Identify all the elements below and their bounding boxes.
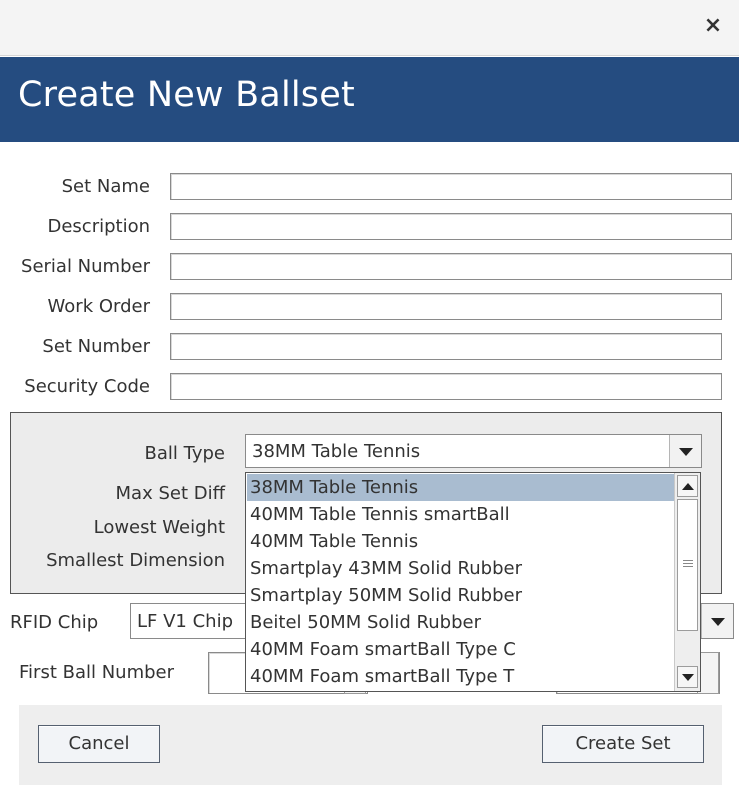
- lowest-weight-label: Lowest Weight: [93, 517, 225, 538]
- create-set-button[interactable]: Create Set: [542, 725, 704, 763]
- ball-type-value: 38MM Table Tennis: [252, 441, 421, 462]
- window-titlebar: ×: [0, 0, 739, 56]
- set-number-input[interactable]: [170, 333, 722, 360]
- scroll-up-button[interactable]: [677, 475, 698, 497]
- ball-type-dropdown-list[interactable]: 38MM Table Tennis 40MM Table Tennis smar…: [245, 472, 701, 692]
- chevron-down-icon: [711, 618, 725, 626]
- description-label: Description: [47, 216, 150, 237]
- set-number-label: Set Number: [42, 336, 150, 357]
- ball-type-dropdown-button[interactable]: [669, 435, 701, 467]
- serial-number-input[interactable]: [170, 253, 732, 280]
- security-code-label: Security Code: [24, 376, 150, 397]
- dropdown-option[interactable]: Smartplay 50MM Solid Rubber: [247, 582, 675, 609]
- max-set-diff-label: Max Set Diff: [115, 483, 225, 504]
- first-ball-number-label: First Ball Number: [19, 662, 175, 683]
- arrow-up-icon: [682, 483, 694, 490]
- work-order-input[interactable]: [170, 293, 722, 320]
- set-name-input[interactable]: [170, 173, 732, 200]
- dialog-header: Create New Ballset: [0, 57, 739, 142]
- ball-type-select[interactable]: 38MM Table Tennis: [245, 434, 702, 468]
- dropdown-option[interactable]: 40MM Foam smartBall Type T: [247, 663, 675, 690]
- smallest-dimension-label: Smallest Dimension: [46, 550, 225, 571]
- arrow-down-icon: [682, 674, 694, 681]
- dropdown-option[interactable]: 40MM Table Tennis: [247, 528, 675, 555]
- close-icon[interactable]: ×: [699, 12, 727, 40]
- page-title: Create New Ballset: [18, 75, 355, 115]
- rfid-chip-label: RFID Chip: [10, 612, 99, 633]
- dropdown-option[interactable]: 40MM Foam smartBall Type C: [247, 636, 675, 663]
- dropdown-option[interactable]: 38MM Table Tennis: [247, 474, 675, 501]
- set-name-label: Set Name: [61, 176, 150, 197]
- dialog-footer: Cancel Create Set: [19, 705, 722, 785]
- security-code-input[interactable]: [170, 373, 722, 400]
- serial-number-label: Serial Number: [21, 256, 150, 277]
- cancel-button[interactable]: Cancel: [38, 725, 160, 763]
- scroll-down-button[interactable]: [677, 666, 698, 688]
- dropdown-option[interactable]: Smartplay 43MM Solid Rubber: [247, 555, 675, 582]
- rfid-chip-value: LF V1 Chip: [137, 611, 233, 632]
- dropdown-option[interactable]: 40MM Table Tennis smartBall: [247, 501, 675, 528]
- dropdown-scrollbar[interactable]: [674, 473, 700, 691]
- scrollbar-thumb[interactable]: [677, 499, 698, 631]
- grip-line: [683, 560, 693, 561]
- work-order-label: Work Order: [47, 296, 150, 317]
- chevron-down-icon: [679, 448, 693, 456]
- description-input[interactable]: [170, 213, 732, 240]
- rfid-chip-dropdown-button[interactable]: [701, 604, 733, 638]
- dropdown-option[interactable]: Beitel 50MM Solid Rubber: [247, 609, 675, 636]
- grip-line: [683, 563, 693, 564]
- grip-line: [683, 566, 693, 567]
- ball-type-label: Ball Type: [144, 443, 225, 464]
